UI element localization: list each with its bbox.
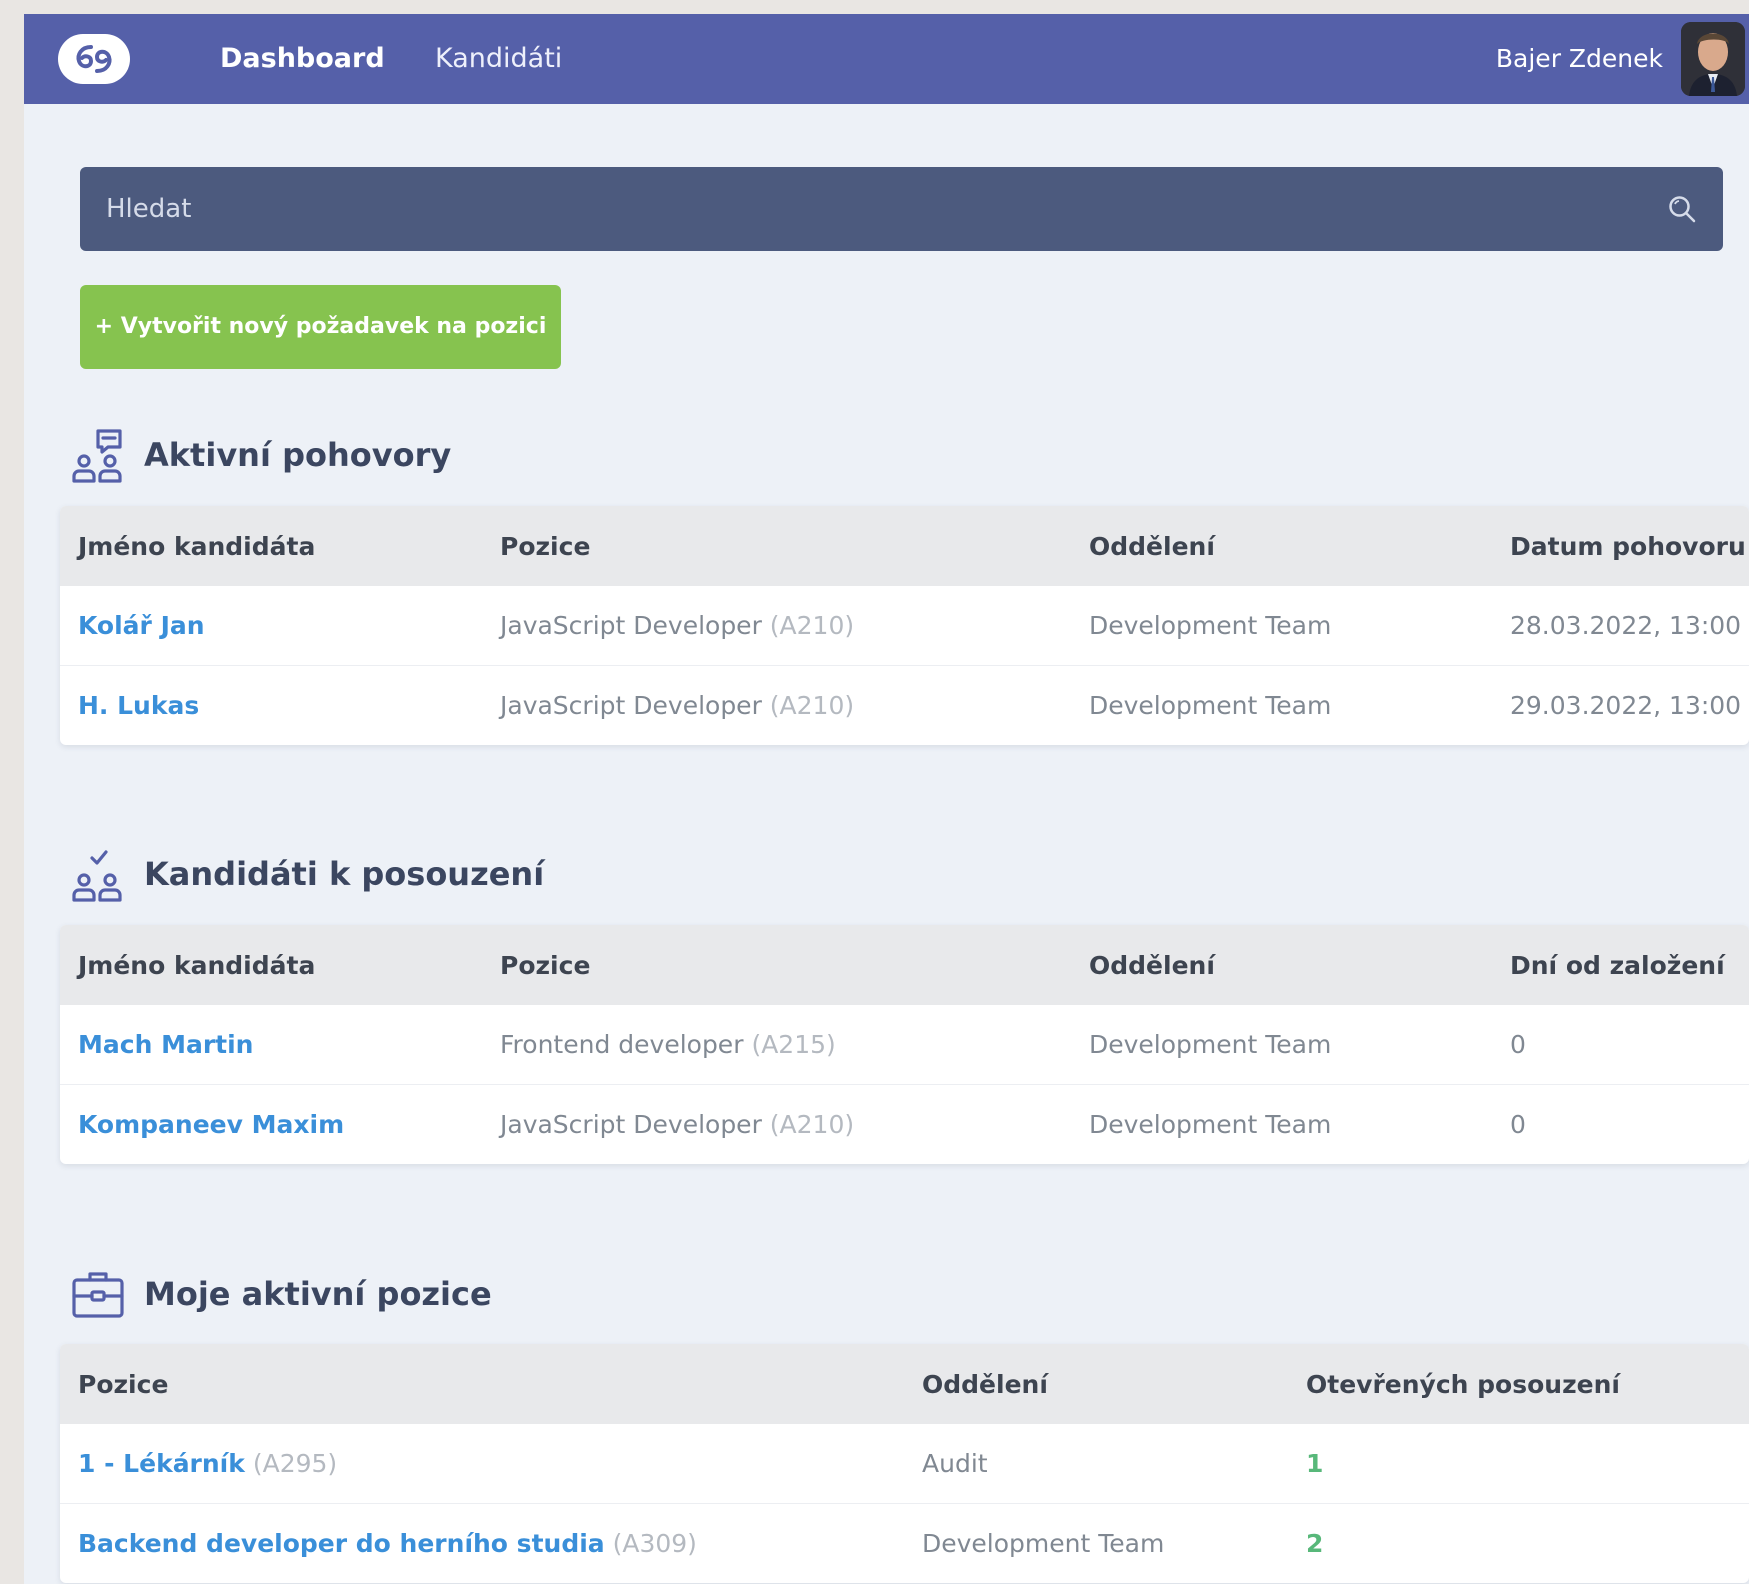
table-row[interactable]: Mach Martin Frontend developer (A215) De… bbox=[60, 1005, 1749, 1085]
search-bar bbox=[80, 167, 1723, 251]
header-candidate-name[interactable]: Jméno kandidáta bbox=[78, 925, 315, 1005]
position-code: (A309) bbox=[612, 1529, 697, 1558]
position-cell: Frontend developer (A215) bbox=[500, 1005, 836, 1084]
avatar[interactable] bbox=[1681, 22, 1745, 96]
table-row[interactable]: Kolář Jan JavaScript Developer (A210) De… bbox=[60, 586, 1749, 666]
position-name: JavaScript Developer bbox=[500, 691, 762, 720]
interview-icon bbox=[72, 429, 122, 483]
candidate-name-link[interactable]: Mach Martin bbox=[78, 1005, 253, 1084]
interview-date-cell: 29.03.2022, 13:00 bbox=[1510, 691, 1742, 720]
position-cell: Backend developer do herního studia (A30… bbox=[78, 1504, 697, 1583]
top-navbar: Dashboard Kandidáti Bajer Zdenek bbox=[24, 14, 1749, 104]
header-department[interactable]: Oddělení bbox=[1089, 506, 1215, 586]
nav-dashboard[interactable]: Dashboard bbox=[220, 14, 385, 104]
briefcase-icon bbox=[72, 1272, 124, 1318]
nav-kandidati[interactable]: Kandidáti bbox=[435, 14, 562, 104]
review-table: Jméno kandidáta Pozice Oddělení Dní od z… bbox=[60, 925, 1749, 1164]
section-title-text: Aktivní pohovory bbox=[144, 436, 452, 474]
section-title-positions: Moje aktivní pozice bbox=[68, 1262, 492, 1326]
header-position[interactable]: Pozice bbox=[500, 925, 590, 1005]
search-icon[interactable] bbox=[1667, 194, 1697, 224]
create-position-request-button[interactable]: + Vytvořit nový požadavek na pozici bbox=[80, 285, 561, 369]
position-name: JavaScript Developer bbox=[500, 1110, 762, 1139]
candidate-name-link[interactable]: H. Lukas bbox=[78, 666, 199, 745]
position-name-link[interactable]: Backend developer do herního studia bbox=[78, 1529, 605, 1558]
table-row[interactable]: H. Lukas JavaScript Developer (A210) Dev… bbox=[60, 666, 1749, 745]
section-title-interviews: Aktivní pohovory bbox=[68, 423, 451, 487]
table-row[interactable]: 1 - Lékárník (A295) Audit 1 bbox=[60, 1424, 1749, 1504]
header-department[interactable]: Oddělení bbox=[1089, 925, 1215, 1005]
candidate-name-link[interactable]: Kolář Jan bbox=[78, 586, 205, 665]
header-position[interactable]: Pozice bbox=[500, 506, 590, 586]
table-row[interactable]: Kompaneev Maxim JavaScript Developer (A2… bbox=[60, 1085, 1749, 1164]
department-cell: Development Team bbox=[1089, 611, 1332, 640]
position-code: (A210) bbox=[769, 691, 855, 720]
user-name[interactable]: Bajer Zdenek bbox=[1496, 14, 1663, 104]
section-title-text: Moje aktivní pozice bbox=[144, 1275, 492, 1313]
header-candidate-name[interactable]: Jméno kandidáta bbox=[78, 506, 315, 586]
position-cell: JavaScript Developer (A210) bbox=[500, 586, 854, 665]
section-title-text: Kandidáti k posouzení bbox=[144, 855, 545, 893]
table-header: Jméno kandidáta Pozice Oddělení Dní od z… bbox=[60, 925, 1749, 1005]
candidates-check-icon bbox=[72, 850, 122, 902]
position-code: (A215) bbox=[751, 1030, 836, 1059]
header-open-reviews[interactable]: Otevřených posouzení bbox=[1306, 1344, 1620, 1424]
position-cell: JavaScript Developer (A210) bbox=[500, 1085, 854, 1164]
logo-icon[interactable] bbox=[58, 34, 130, 84]
position-cell: JavaScript Developer (A210) bbox=[500, 666, 854, 745]
search-input[interactable] bbox=[80, 167, 1640, 251]
table-row[interactable]: Backend developer do herního studia (A30… bbox=[60, 1504, 1749, 1583]
position-name: Frontend developer bbox=[500, 1030, 744, 1059]
app-window: Dashboard Kandidáti Bajer Zdenek + Vytvo… bbox=[24, 14, 1749, 1584]
days-cell: 0 bbox=[1510, 1030, 1526, 1059]
department-cell: Development Team bbox=[1089, 1110, 1332, 1139]
interviews-table: Jméno kandidáta Pozice Oddělení Datum po… bbox=[60, 506, 1749, 745]
position-name-link[interactable]: 1 - Lékárník bbox=[78, 1449, 245, 1478]
table-header: Pozice Oddělení Otevřených posouzení bbox=[60, 1344, 1749, 1424]
open-reviews-count[interactable]: 2 bbox=[1306, 1504, 1323, 1583]
candidate-name-link[interactable]: Kompaneev Maxim bbox=[78, 1085, 344, 1164]
header-interview-date[interactable]: Datum pohovoru bbox=[1510, 506, 1746, 586]
department-cell: Audit bbox=[922, 1449, 988, 1478]
positions-table: Pozice Oddělení Otevřených posouzení 1 -… bbox=[60, 1344, 1749, 1583]
header-department[interactable]: Oddělení bbox=[922, 1344, 1048, 1424]
position-cell: 1 - Lékárník (A295) bbox=[78, 1424, 337, 1503]
department-cell: Development Team bbox=[1089, 691, 1332, 720]
department-cell: Development Team bbox=[922, 1529, 1165, 1558]
header-position[interactable]: Pozice bbox=[78, 1344, 168, 1424]
section-title-review: Kandidáti k posouzení bbox=[68, 842, 544, 906]
position-code: (A295) bbox=[252, 1449, 338, 1478]
position-name: JavaScript Developer bbox=[500, 611, 762, 640]
position-code: (A210) bbox=[769, 611, 855, 640]
table-header: Jméno kandidáta Pozice Oddělení Datum po… bbox=[60, 506, 1749, 586]
days-cell: 0 bbox=[1510, 1110, 1526, 1139]
interview-date-cell: 28.03.2022, 13:00 bbox=[1510, 611, 1742, 640]
department-cell: Development Team bbox=[1089, 1030, 1332, 1059]
open-reviews-count[interactable]: 1 bbox=[1306, 1424, 1323, 1503]
header-days-since-created[interactable]: Dní od založení bbox=[1510, 925, 1725, 1005]
position-code: (A210) bbox=[769, 1110, 855, 1139]
